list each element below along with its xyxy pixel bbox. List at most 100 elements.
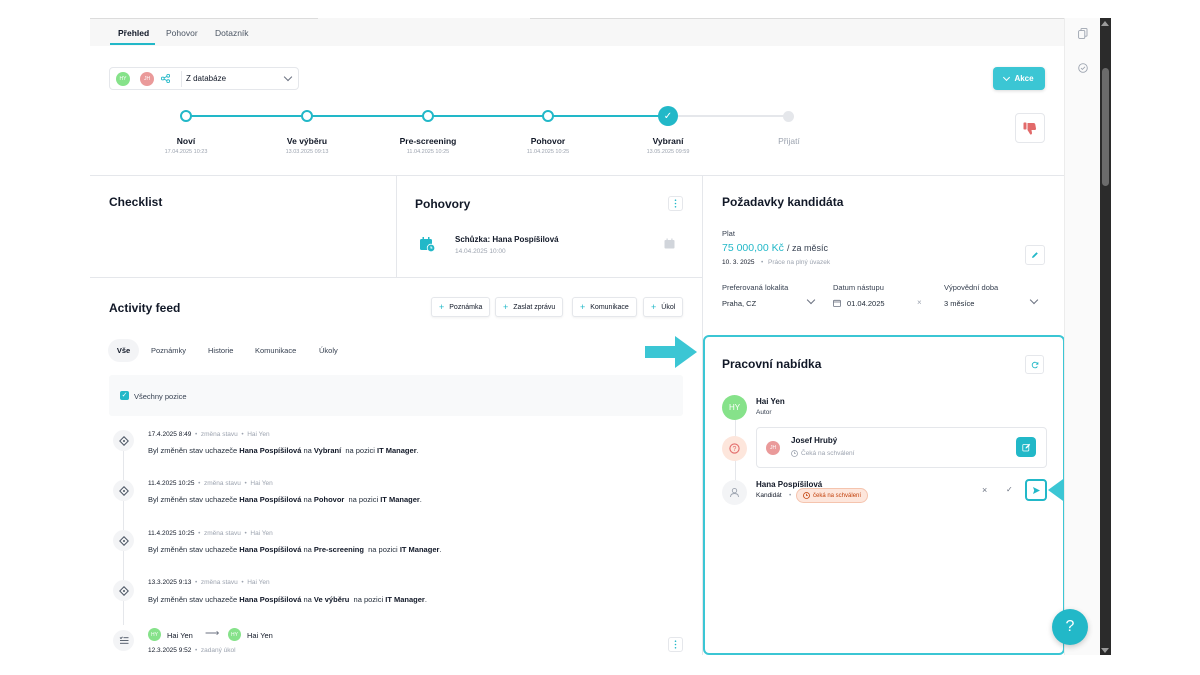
- send-message-button[interactable]: + Zaslat zprávu: [495, 297, 564, 317]
- filter-tasks[interactable]: Úkoly: [319, 346, 338, 355]
- event-text: Byl změněn stav uchazeče Hana Pospíšilov…: [148, 446, 419, 455]
- event-author: Hai Yen: [247, 431, 270, 438]
- event-meta: 12.3.2025 9:52 • zadaný úkol: [148, 647, 236, 654]
- stage-node[interactable]: [542, 110, 554, 122]
- communication-button[interactable]: + Komunikace: [572, 297, 637, 317]
- text: Byl změněn stav uchazeče: [148, 595, 240, 604]
- clock-icon: [791, 450, 798, 457]
- filter-history[interactable]: Historie: [208, 346, 233, 355]
- edit-requirements-button[interactable]: [1025, 245, 1045, 265]
- active-tab-indicator: [110, 43, 155, 45]
- reject-button[interactable]: [1015, 113, 1045, 143]
- scroll-down-icon[interactable]: [1101, 648, 1109, 653]
- divider: [181, 71, 182, 87]
- send-offer-button[interactable]: [1025, 479, 1047, 501]
- tab-overview[interactable]: Přehled: [118, 28, 149, 38]
- help-button[interactable]: ?: [1052, 609, 1088, 645]
- event-type: změna stavu: [204, 480, 241, 487]
- calendar-icon[interactable]: [664, 238, 675, 249]
- source-select[interactable]: HY JH Z databáze: [109, 67, 299, 90]
- reject-icon[interactable]: ×: [982, 485, 987, 495]
- job-offer-title: Pracovní nabídka: [722, 357, 822, 371]
- check-circle-icon[interactable]: [1078, 63, 1088, 73]
- edit-approver-button[interactable]: [1016, 437, 1036, 457]
- event-date: 17.4.2025 8:49: [148, 431, 192, 438]
- location-label: Preferovaná lokalita: [722, 283, 789, 292]
- text: .: [424, 595, 427, 604]
- text: Byl změněn stav uchazeče: [148, 545, 240, 554]
- stage-node[interactable]: [783, 111, 794, 122]
- candidate-name: Hana Pospíšilová: [239, 446, 302, 455]
- check-icon[interactable]: ✓: [658, 106, 678, 126]
- all-positions-checkbox[interactable]: ✓: [120, 391, 129, 400]
- position-name: IT Manager: [377, 446, 417, 455]
- button-label: Zaslat zprávu: [513, 303, 556, 311]
- status-change-icon: [113, 480, 134, 501]
- calendar-clock-icon: [420, 237, 436, 253]
- event-text: Byl změněn stav uchazeče Hana Pospíšilov…: [148, 545, 442, 554]
- bullet: •: [761, 259, 764, 266]
- button-label: Úkol: [661, 303, 676, 311]
- location-select[interactable]: Praha, CZ: [722, 299, 756, 308]
- text: na: [301, 446, 314, 455]
- add-task-button[interactable]: + Úkol: [643, 297, 684, 317]
- stage-node[interactable]: [422, 110, 434, 122]
- event-meta: 13.3.2025 9:13 • změna stavu • Hai Yen: [148, 579, 270, 586]
- filter-all[interactable]: Vše: [108, 339, 139, 362]
- stage-pre-screening: Pre-screening 11.04.2025 10:25: [378, 136, 478, 155]
- avatar: JH: [140, 72, 154, 86]
- clock-icon: [803, 492, 810, 499]
- clear-icon[interactable]: ×: [917, 298, 922, 307]
- position-name: IT Manager: [380, 495, 420, 504]
- copy-icon[interactable]: [1078, 28, 1088, 39]
- status-change-icon: [113, 580, 134, 601]
- tab-interview[interactable]: Pohovor: [166, 28, 198, 38]
- stage-name: Ve výběru: [313, 595, 350, 604]
- add-note-button[interactable]: + Poznámka: [431, 297, 491, 317]
- share-icon: [161, 74, 170, 83]
- status-change-icon: [113, 430, 134, 451]
- scroll-up-icon[interactable]: [1101, 21, 1109, 26]
- actions-button[interactable]: Akce: [993, 67, 1045, 90]
- event-author: Hai Yen: [250, 530, 273, 537]
- more-options-button[interactable]: [668, 196, 683, 211]
- interview-date: 14.04.2025 10:00: [455, 248, 506, 255]
- chevron-down-icon: [1029, 295, 1039, 305]
- right-toolbar: [1064, 18, 1100, 655]
- divider: [90, 175, 1064, 176]
- text: na pozici: [363, 545, 400, 554]
- filter-notes[interactable]: Poznámky: [151, 346, 186, 355]
- avatar: JH: [766, 441, 780, 455]
- tab-questionnaire[interactable]: Dotazník: [215, 28, 249, 38]
- start-date-input[interactable]: 01.04.2025: [847, 299, 885, 308]
- refresh-icon: [1031, 361, 1038, 368]
- notice-select[interactable]: 3 měsíce: [944, 299, 974, 308]
- event-date: 12.3.2025 9:52: [148, 647, 192, 654]
- notice-label: Výpovědní doba: [944, 283, 999, 292]
- task-list-icon: [113, 630, 134, 651]
- checklist-title: Checklist: [109, 195, 163, 209]
- divider: [90, 277, 702, 278]
- thumbs-down-icon: [1023, 122, 1037, 134]
- approver-status: Čeká na schválení: [801, 450, 855, 457]
- filter-communication[interactable]: Komunikace: [255, 346, 296, 355]
- more-options-button[interactable]: [668, 637, 683, 652]
- event-meta: 17.4.2025 8:49 • změna stavu • Hai Yen: [148, 431, 270, 438]
- stage-name: Pre-screening: [313, 545, 364, 554]
- event-text: Byl změněn stav uchazeče Hana Pospíšilov…: [148, 595, 427, 604]
- chevron-down-icon: [283, 72, 293, 82]
- refresh-button[interactable]: [1025, 355, 1044, 374]
- interview-title[interactable]: Schůzka: Hana Pospíšilová: [455, 235, 559, 244]
- send-icon: [1032, 486, 1040, 494]
- question-icon: ?: [1065, 618, 1075, 635]
- candidate-role: Kandidát: [756, 492, 782, 499]
- stage-node[interactable]: [180, 110, 192, 122]
- approve-icon[interactable]: ✓: [1006, 485, 1013, 494]
- author-name: Hai Yen: [756, 397, 785, 406]
- stage-name: Pohovor: [313, 495, 345, 504]
- scrollbar-thumb[interactable]: [1102, 68, 1109, 186]
- event-type: zadaný úkol: [200, 647, 236, 654]
- more-vertical-icon: [674, 640, 677, 649]
- stage-node[interactable]: [301, 110, 313, 122]
- text: na: [301, 495, 314, 504]
